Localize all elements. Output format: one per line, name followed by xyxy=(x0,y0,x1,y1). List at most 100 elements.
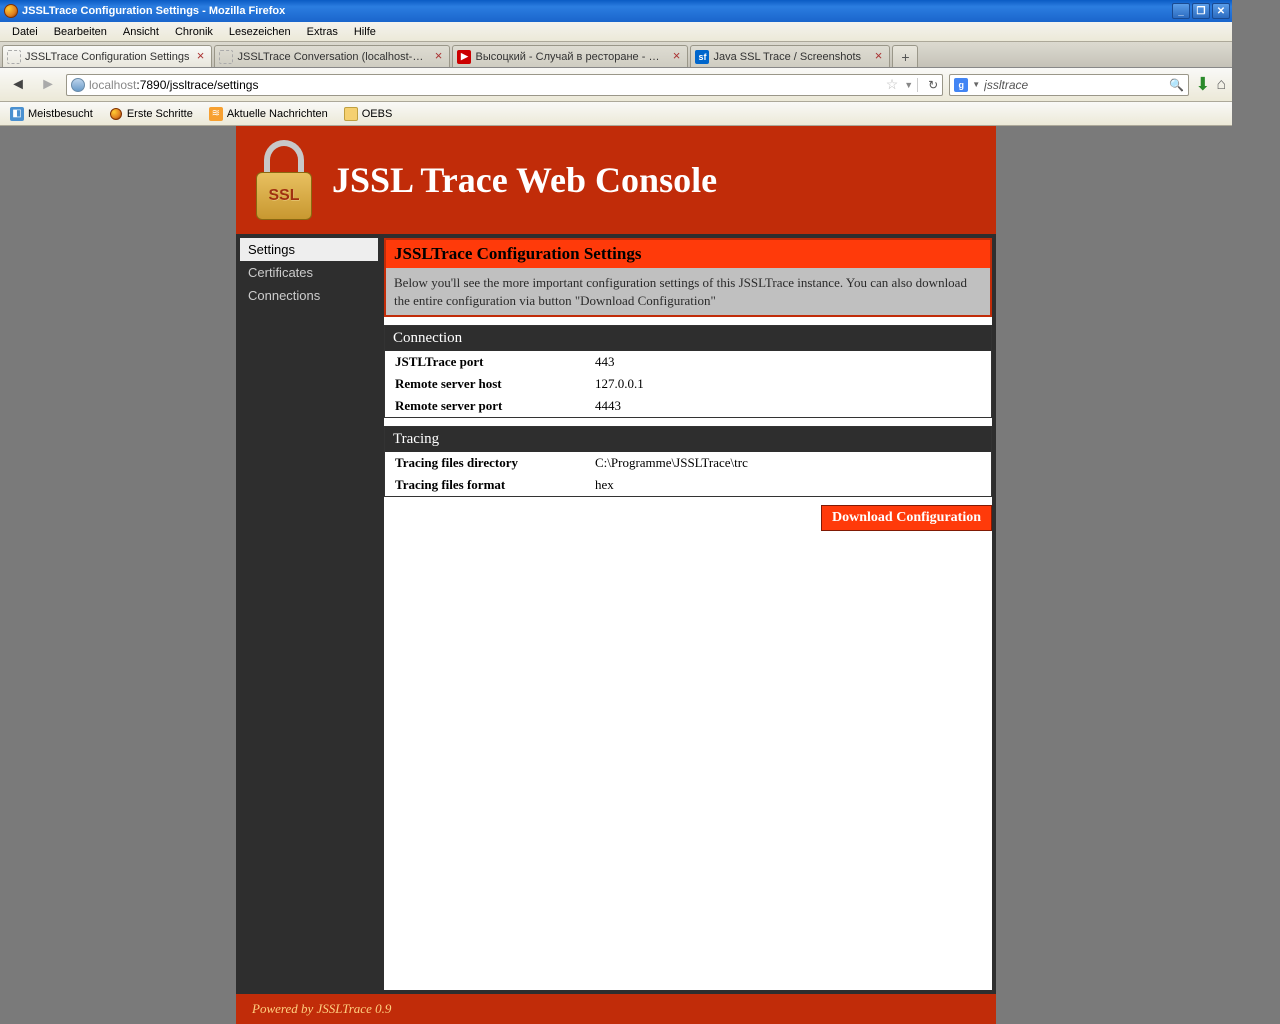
search-box[interactable]: g ▼ 🔍 xyxy=(949,74,1189,96)
bookmark-label: Meistbesucht xyxy=(28,108,93,120)
rss-icon: ≋ xyxy=(209,107,223,121)
download-row: Download Configuration xyxy=(384,505,992,531)
setting-key: Remote server host xyxy=(385,373,585,395)
info-description: Below you'll see the more important conf… xyxy=(386,268,990,315)
dropdown-icon[interactable]: ▼ xyxy=(904,80,913,90)
url-path: :7890/jssltrace/settings xyxy=(136,78,258,92)
ssl-lock-icon: SSL xyxy=(252,140,316,220)
search-submit-icon[interactable]: 🔍 xyxy=(1169,78,1184,92)
setting-value: hex xyxy=(585,474,991,496)
minimize-button[interactable]: _ xyxy=(1172,3,1190,19)
menu-bar: Datei Bearbeiten Ansicht Chronik Lesezei… xyxy=(0,22,1232,42)
bookmark-label: Erste Schritte xyxy=(127,108,193,120)
tab-label: JSSLTrace Configuration Settings xyxy=(25,51,189,63)
menu-bearbeiten[interactable]: Bearbeiten xyxy=(46,24,115,40)
setting-key: JSTLTrace port xyxy=(385,351,585,373)
tab-bar: JSSLTrace Configuration Settings × JSSLT… xyxy=(0,42,1232,68)
menu-extras[interactable]: Extras xyxy=(299,24,346,40)
folder-icon xyxy=(344,107,358,121)
setting-value: 4443 xyxy=(585,395,991,417)
window-title: JSSLTrace Configuration Settings - Mozil… xyxy=(22,5,285,17)
tab-close-icon[interactable]: × xyxy=(193,50,207,64)
menu-ansicht[interactable]: Ansicht xyxy=(115,24,167,40)
setting-value: 127.0.0.1 xyxy=(585,373,991,395)
settings-table: JSTLTrace port443 Remote server host127.… xyxy=(385,351,991,417)
section-connection: Connection JSTLTrace port443 Remote serv… xyxy=(384,325,992,418)
sidebar-item-connections[interactable]: Connections xyxy=(240,284,378,307)
bookmark-oebs[interactable]: OEBS xyxy=(338,105,399,123)
tab-3[interactable]: sf Java SSL Trace / Screenshots × xyxy=(690,45,890,67)
search-engine-dropdown-icon[interactable]: ▼ xyxy=(972,80,980,89)
browser-viewport: SSL JSSL Trace Web Console Settings Cert… xyxy=(0,126,1232,1024)
firefox-icon xyxy=(4,4,18,18)
back-button[interactable]: ◄ xyxy=(6,73,30,97)
setting-value: 443 xyxy=(585,351,991,373)
settings-table: Tracing files directoryC:\Programme\JSSL… xyxy=(385,452,991,496)
tab-2[interactable]: ▶ Высоцкий - Случай в ресторане - YouT..… xyxy=(452,45,688,67)
firefox-icon xyxy=(109,107,123,121)
lock-label: SSL xyxy=(256,172,312,220)
download-configuration-button[interactable]: Download Configuration xyxy=(821,505,992,531)
home-icon[interactable]: ⌂ xyxy=(1216,76,1226,94)
tab-label: Java SSL Trace / Screenshots xyxy=(713,51,867,63)
restore-button[interactable]: ❐ xyxy=(1192,3,1210,19)
section-heading: Tracing xyxy=(385,427,991,452)
tab-label: JSSLTrace Conversation (localhost->127..… xyxy=(237,51,427,63)
bookmark-label: OEBS xyxy=(362,108,393,120)
page-content: SSL JSSL Trace Web Console Settings Cert… xyxy=(236,126,996,1024)
most-visited-icon: ◧ xyxy=(10,107,24,121)
page-favicon xyxy=(219,50,233,64)
sidebar-item-certificates[interactable]: Certificates xyxy=(240,261,378,284)
menu-datei[interactable]: Datei xyxy=(4,24,46,40)
sourceforge-icon: sf xyxy=(695,50,709,64)
downloads-icon[interactable]: ⬇ xyxy=(1195,74,1210,95)
table-row: Remote server host127.0.0.1 xyxy=(385,373,991,395)
table-row: Tracing files formathex xyxy=(385,474,991,496)
menu-lesezeichen[interactable]: Lesezeichen xyxy=(221,24,299,40)
tab-close-icon[interactable]: × xyxy=(669,50,683,64)
sidebar-item-settings[interactable]: Settings xyxy=(240,238,378,261)
tab-1[interactable]: JSSLTrace Conversation (localhost->127..… xyxy=(214,45,450,67)
page-header: SSL JSSL Trace Web Console xyxy=(236,126,996,234)
table-row: JSTLTrace port443 xyxy=(385,351,991,373)
info-box: JSSLTrace Configuration Settings Below y… xyxy=(384,238,992,317)
section-heading: Connection xyxy=(385,326,991,351)
youtube-icon: ▶ xyxy=(457,50,471,64)
navigation-bar: ◄ ► localhost:7890/jssltrace/settings ☆ … xyxy=(0,68,1232,102)
forward-button[interactable]: ► xyxy=(36,73,60,97)
page-title: JSSL Trace Web Console xyxy=(332,159,717,201)
tab-close-icon[interactable]: × xyxy=(431,50,445,64)
section-tracing: Tracing Tracing files directoryC:\Progra… xyxy=(384,426,992,497)
bookmark-star-icon[interactable]: ☆ xyxy=(886,76,899,93)
menu-chronik[interactable]: Chronik xyxy=(167,24,221,40)
url-bar[interactable]: localhost:7890/jssltrace/settings ☆ ▼ ↻ xyxy=(66,74,943,96)
bookmark-aktuelle-nachrichten[interactable]: ≋ Aktuelle Nachrichten xyxy=(203,105,334,123)
tab-close-icon[interactable]: × xyxy=(871,50,885,64)
bookmark-erste-schritte[interactable]: Erste Schritte xyxy=(103,105,199,123)
table-row: Tracing files directoryC:\Programme\JSSL… xyxy=(385,452,991,474)
page-footer: Powered by JSSLTrace 0.9 xyxy=(236,994,996,1024)
google-icon: g xyxy=(954,78,968,92)
bookmark-meistbesucht[interactable]: ◧ Meistbesucht xyxy=(4,105,99,123)
menu-hilfe[interactable]: Hilfe xyxy=(346,24,384,40)
close-window-button[interactable]: ✕ xyxy=(1212,3,1230,19)
new-tab-button[interactable]: + xyxy=(892,45,918,67)
reload-icon[interactable]: ↻ xyxy=(928,78,938,92)
globe-icon xyxy=(71,78,85,92)
search-input[interactable] xyxy=(984,78,1165,92)
info-heading: JSSLTrace Configuration Settings xyxy=(386,240,990,268)
url-host: localhost xyxy=(89,78,136,92)
setting-key: Tracing files format xyxy=(385,474,585,496)
tab-label: Высоцкий - Случай в ресторане - YouT... xyxy=(475,51,665,63)
bookmark-label: Aktuelle Nachrichten xyxy=(227,108,328,120)
sidebar: Settings Certificates Connections xyxy=(240,238,378,990)
setting-value: C:\Programme\JSSLTrace\trc xyxy=(585,452,991,474)
setting-key: Tracing files directory xyxy=(385,452,585,474)
table-row: Remote server port4443 xyxy=(385,395,991,417)
main-panel: JSSLTrace Configuration Settings Below y… xyxy=(384,238,992,990)
page-body: Settings Certificates Connections JSSLTr… xyxy=(236,234,996,994)
page-favicon xyxy=(7,50,21,64)
setting-key: Remote server port xyxy=(385,395,585,417)
tab-active[interactable]: JSSLTrace Configuration Settings × xyxy=(2,45,212,67)
window-titlebar: JSSLTrace Configuration Settings - Mozil… xyxy=(0,0,1232,22)
